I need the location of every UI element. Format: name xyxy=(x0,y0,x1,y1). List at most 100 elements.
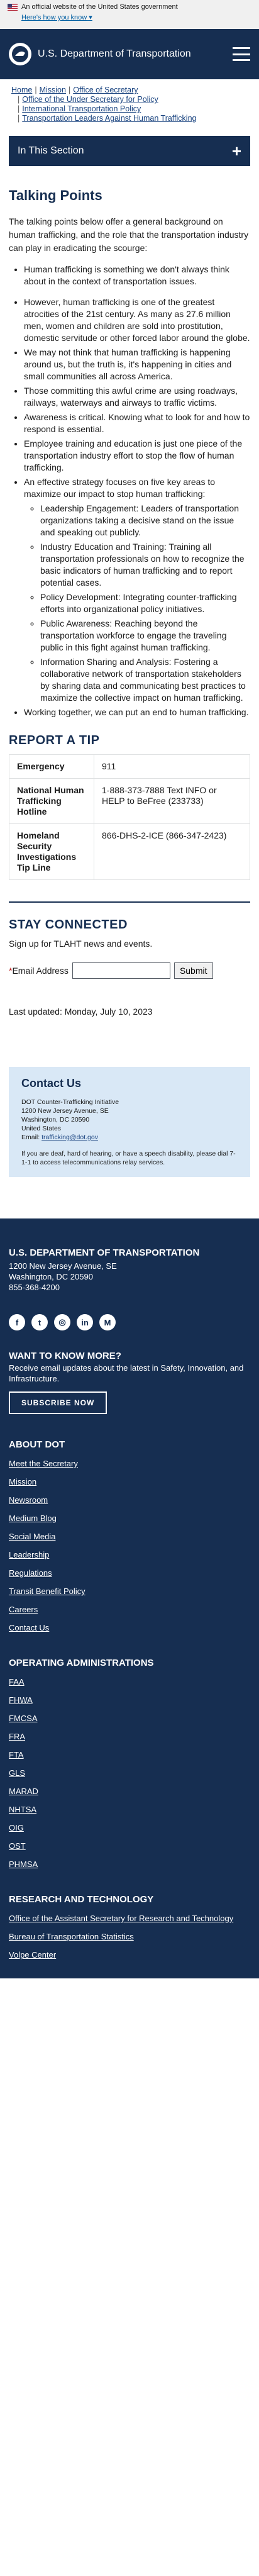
footer-link[interactable]: Mission xyxy=(9,1477,250,1486)
footer-link[interactable]: GLS xyxy=(9,1768,250,1778)
footer-link[interactable]: MARAD xyxy=(9,1787,250,1796)
key-areas-list: Leadership Engagement: Leaders of transp… xyxy=(24,503,250,704)
list-item: Industry Education and Training: Trainin… xyxy=(40,541,250,589)
list-item: An effective strategy focuses on five ke… xyxy=(24,476,250,704)
contact-email: Email: trafficking@dot.gov xyxy=(21,1134,98,1141)
contact-heading: Contact Us xyxy=(21,1077,82,1090)
list-item: Leadership Engagement: Leaders of transp… xyxy=(40,503,250,538)
list-item: Awareness is critical. Knowing what to l… xyxy=(24,411,250,435)
dot-seal-icon[interactable] xyxy=(9,43,31,65)
divider xyxy=(9,901,250,903)
footer-link[interactable]: Bureau of Transportation Statistics xyxy=(9,1932,250,1941)
admin-links: FAA FHWA FMCSA FRA FTA GLS MARAD NHTSA OIG OST PHM… xyxy=(9,1677,250,1869)
table-row: National Human Trafficking Hotline 1-888-… xyxy=(9,778,250,824)
chevron-down-icon: ▾ xyxy=(89,14,92,21)
list-item: Working together, we can put an end to h… xyxy=(24,706,250,718)
breadcrumb-intl-policy[interactable]: International Transportation Policy xyxy=(22,104,141,113)
want-more-text: Receive email updates about the latest i… xyxy=(9,1363,244,1383)
list-item: Human trafficking is something we don't … xyxy=(24,264,250,287)
footer-link[interactable]: FRA xyxy=(9,1732,250,1741)
footer-link[interactable]: Careers xyxy=(9,1605,250,1614)
contact-org: DOT Counter-Trafficking Initiative xyxy=(21,1098,119,1106)
table-row: Emergency 911 xyxy=(9,754,250,779)
contact-address-line: Washington, DC 20590 xyxy=(21,1116,90,1124)
main-content: Talking Points The talking points below … xyxy=(0,187,259,1177)
how-you-know-link[interactable]: Here's how you know ▾ xyxy=(21,13,92,21)
hamburger-menu-icon[interactable] xyxy=(233,47,250,61)
signup-form: *Email Address Submit xyxy=(9,962,250,979)
us-flag-icon xyxy=(8,3,18,11)
footer-link[interactable]: OIG xyxy=(9,1823,250,1832)
email-label: *Email Address xyxy=(9,966,69,976)
linkedin-icon[interactable]: in xyxy=(77,1314,93,1330)
footer-link[interactable]: Medium Blog xyxy=(9,1514,250,1523)
report-tip-table: Emergency 911 National Human Trafficking … xyxy=(9,754,250,880)
about-links: Meet the Secretary Mission Newsroom Medium … xyxy=(9,1459,250,1632)
table-row: Homeland Security Investigations Tip Lin… xyxy=(9,823,250,880)
footer-link[interactable]: Regulations xyxy=(9,1568,250,1578)
want-more-heading: WANT TO KNOW MORE? xyxy=(9,1351,121,1361)
facebook-icon[interactable]: f xyxy=(9,1314,25,1330)
official-site-text: An official website of the United States… xyxy=(21,3,178,11)
list-item: Information Sharing and Analysis: Foster… xyxy=(40,656,250,704)
subscribe-button[interactable]: SUBSCRIBE NOW xyxy=(9,1391,107,1414)
footer-link[interactable]: NHTSA xyxy=(9,1805,250,1814)
site-title[interactable]: U.S. Department of Transportation xyxy=(38,48,233,60)
footer-link[interactable]: Contact Us xyxy=(9,1623,250,1632)
breadcrumb-mission[interactable]: Mission xyxy=(40,86,66,94)
list-item: Public Awareness: Reaching beyond the tr… xyxy=(40,618,250,654)
last-updated: Last updated: Monday, July 10, 2023 xyxy=(9,1006,153,1017)
twitter-icon[interactable]: t xyxy=(31,1314,48,1330)
signup-text: Sign up for TLAHT news and events. xyxy=(9,939,153,949)
footer-link[interactable]: FMCSA xyxy=(9,1714,250,1723)
stay-connected-heading: STAY CONNECTED xyxy=(9,918,128,932)
site-footer: U.S. DEPARTMENT OF TRANSPORTATION 1200 N… xyxy=(0,1218,259,1978)
accordion-label: In This Section xyxy=(18,145,84,156)
breadcrumb-under-secretary[interactable]: Office of the Under Secretary for Policy xyxy=(22,95,158,104)
footer-link[interactable]: Volpe Center xyxy=(9,1950,250,1960)
gov-banner: An official website of the United States… xyxy=(0,0,259,29)
list-item: However, human trafficking is one of the… xyxy=(24,296,250,344)
list-item: We may not think that human trafficking … xyxy=(24,347,250,382)
footer-link[interactable]: Leadership xyxy=(9,1550,250,1559)
footer-link[interactable]: Meet the Secretary xyxy=(9,1459,250,1468)
footer-link[interactable]: OST xyxy=(9,1841,250,1851)
admin-heading: OPERATING ADMINISTRATIONS xyxy=(9,1658,154,1668)
contact-address-line: United States xyxy=(21,1125,62,1132)
page-title: Talking Points xyxy=(9,187,102,203)
contact-address-line: 1200 New Jersey Avenue, SE xyxy=(21,1107,109,1115)
in-this-section-accordion[interactable]: In This Section + xyxy=(9,136,250,166)
about-heading: ABOUT DOT xyxy=(9,1439,65,1450)
footer-org: U.S. DEPARTMENT OF TRANSPORTATION xyxy=(9,1247,200,1258)
footer-link[interactable]: PHMSA xyxy=(9,1860,250,1869)
email-field[interactable] xyxy=(72,962,170,979)
list-item: Those committing this awful crime are us… xyxy=(24,385,250,409)
footer-address: 1200 New Jersey Avenue, SE Washington, DC… xyxy=(9,1261,117,1292)
footer-link[interactable]: FHWA xyxy=(9,1695,250,1705)
breadcrumb-tlaht[interactable]: Transportation Leaders Against Human Tra… xyxy=(22,114,196,123)
footer-link[interactable]: Social Media xyxy=(9,1532,250,1541)
breadcrumb-home[interactable]: Home xyxy=(11,86,32,94)
talking-points-list: Human trafficking is something we don't … xyxy=(9,264,250,718)
list-item: Employee training and education is just … xyxy=(24,438,250,474)
breadcrumb-office-of-secretary[interactable]: Office of Secretary xyxy=(73,86,138,94)
footer-link[interactable]: Transit Benefit Policy xyxy=(9,1586,250,1596)
footer-link[interactable]: FTA xyxy=(9,1750,250,1759)
breadcrumb: Home | Mission | Office of Secretary | Office… xyxy=(11,86,197,123)
site-header: U.S. Department of Transportation xyxy=(0,29,259,79)
research-heading: RESEARCH AND TECHNOLOGY xyxy=(9,1894,154,1905)
footer-link[interactable]: Newsroom xyxy=(9,1495,250,1505)
submit-button[interactable]: Submit xyxy=(174,962,213,979)
relay-note: If you are deaf, hard of hearing, or hav… xyxy=(21,1150,236,1166)
medium-icon[interactable]: M xyxy=(99,1314,116,1330)
instagram-icon[interactable]: ◎ xyxy=(54,1314,70,1330)
report-tip-heading: REPORT A TIP xyxy=(9,733,100,747)
footer-link[interactable]: Office of the Assistant Secretary for Re… xyxy=(9,1914,250,1923)
plus-icon: + xyxy=(231,141,241,160)
intro-text: The talking points below offer a general… xyxy=(9,216,249,253)
list-item: Policy Development: Integrating counter-… xyxy=(40,591,250,615)
email-link[interactable]: trafficking@dot.gov xyxy=(41,1134,98,1141)
contact-box: Contact Us DOT Counter-Trafficking Initi… xyxy=(9,1067,250,1177)
social-links: f t ◎ in M xyxy=(9,1314,250,1330)
footer-link[interactable]: FAA xyxy=(9,1677,250,1687)
